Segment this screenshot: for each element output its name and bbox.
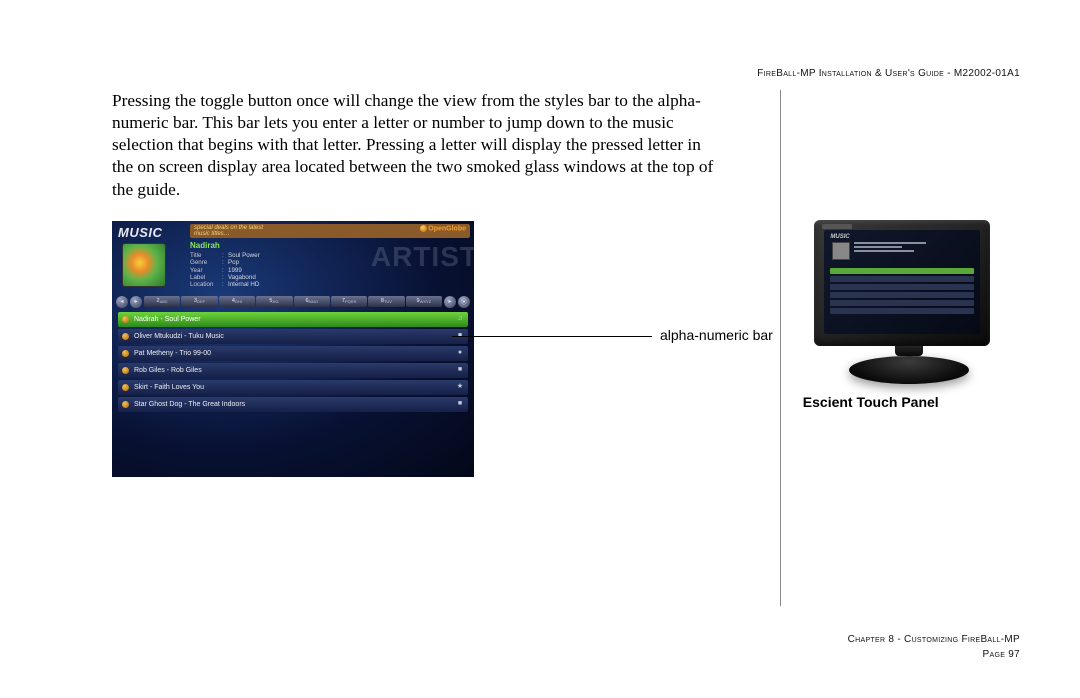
music-top-area: MUSIC special deals on the latest music … [112, 221, 474, 295]
alpha-key[interactable]: 7PQRS [331, 296, 367, 307]
meta-value: Internal HD [228, 281, 259, 288]
tp-row [830, 292, 974, 298]
screenshot-row: MUSIC special deals on the latest music … [112, 221, 720, 477]
main-content: Pressing the toggle button once will cha… [112, 90, 1020, 606]
track-row[interactable]: Rob Giles - Rob Giles ■ [118, 363, 468, 378]
meta-value: Pop [228, 259, 239, 266]
meta-value: 1999 [228, 267, 242, 274]
meta-row: Location:Internal HD [190, 281, 470, 288]
alpha-key[interactable]: 9WXYZ [406, 296, 442, 307]
alpha-numeric-bar[interactable]: ◂ ▸ 2ABC3DEF4GHI5JKL6MNO7PQRS8TUV9WXYZ ▸… [112, 295, 474, 309]
music-center: special deals on the latest music titles… [184, 221, 474, 295]
track-dot-icon [122, 401, 129, 408]
track-row[interactable]: Skirt - Faith Loves You ★ [118, 380, 468, 395]
track-row[interactable]: Oliver Mtukudzi - Tuku Music■ [118, 329, 468, 344]
toggle-play-icon[interactable]: ▸ [130, 296, 142, 308]
track-list: Nadirah - Soul Power ♫ Oliver Mtukudzi - T… [112, 309, 474, 412]
meta-value: Vagabond [228, 274, 256, 281]
track-end-icon: ★ [456, 383, 464, 391]
track-dot-icon [122, 350, 129, 357]
touch-panel-caption: Escient Touch Panel [803, 394, 939, 410]
body-paragraph: Pressing the toggle button once will cha… [112, 90, 720, 201]
meta-row: Label:Vagabond [190, 274, 470, 281]
tp-row [830, 300, 974, 306]
track-dot-icon [122, 316, 129, 323]
open-globe-text: OpenGlobe [428, 225, 466, 232]
toggle-extra-icon[interactable]: ⦿ [458, 296, 470, 308]
footer-page: Page 97 [848, 647, 1020, 662]
track-title: Pat Metheny - Trio 99-00 [134, 350, 211, 357]
track-title: Star Ghost Dog - The Great Indoors [134, 401, 245, 408]
meta-label: Genre [190, 259, 222, 266]
touch-panel-monitor: MUSIC [814, 220, 1004, 384]
meta-value: Soul Power [228, 252, 260, 259]
tp-row [830, 284, 974, 290]
meta-label: Year [190, 267, 222, 274]
alpha-key[interactable]: 2ABC [144, 296, 180, 307]
track-end-icon: ■ [456, 366, 464, 374]
meta-label: Label [190, 274, 222, 281]
tp-music-label: MUSIC [830, 234, 849, 240]
alpha-key[interactable]: 4GHI [219, 296, 255, 307]
album-art-icon [122, 243, 166, 287]
music-section-title: MUSIC [118, 225, 184, 240]
footer: Chapter 8 - Customizing FireBall-MP Page… [848, 632, 1020, 662]
header-doc-id: FireBall-MP Installation & User's Guide … [757, 68, 1020, 79]
meta-label: Title [190, 252, 222, 259]
alpha-key[interactable]: 8TUV [368, 296, 404, 307]
track-end-icon: ♫ [456, 315, 464, 323]
track-title: Rob Giles - Rob Giles [134, 367, 202, 374]
tp-row-active [830, 268, 974, 274]
toggle-left-icon[interactable]: ◂ [116, 296, 128, 308]
track-row[interactable]: Nadirah - Soul Power ♫ [118, 312, 468, 327]
track-row[interactable]: Star Ghost Dog - The Great Indoors ■ [118, 397, 468, 412]
alpha-key[interactable]: 5JKL [256, 296, 292, 307]
track-dot-icon [122, 384, 129, 391]
vertical-divider [780, 90, 781, 606]
monitor-screen: MUSIC [824, 230, 980, 334]
track-row[interactable]: Pat Metheny - Trio 99-00 ● [118, 346, 468, 361]
artist-watermark: ARTIST [371, 241, 474, 273]
track-dot-icon [122, 333, 129, 340]
touch-panel-figure: MUSIC [799, 220, 1020, 410]
monitor-bezel: MUSIC [814, 220, 990, 346]
monitor-base [849, 356, 969, 384]
footer-chapter: Chapter 8 - Customizing FireBall-MP [848, 632, 1020, 647]
track-title: Nadirah - Soul Power [134, 316, 201, 323]
tp-meta-lines [854, 242, 974, 262]
track-end-icon: ■ [456, 400, 464, 408]
tp-row [830, 276, 974, 282]
globe-icon [420, 225, 427, 232]
alpha-keys: 2ABC3DEF4GHI5JKL6MNO7PQRS8TUV9WXYZ [144, 296, 442, 308]
alpha-key[interactable]: 3DEF [181, 296, 217, 307]
track-end-icon: ● [456, 349, 464, 357]
music-ui-screenshot: MUSIC special deals on the latest music … [112, 221, 474, 477]
track-title: Skirt - Faith Loves You [134, 384, 204, 391]
tp-track-list [830, 268, 974, 316]
music-badge: MUSIC [112, 221, 184, 295]
track-title: Oliver Mtukudzi - Tuku Music [134, 333, 224, 340]
meta-label: Location [190, 281, 222, 288]
promo-bar: special deals on the latest music titles… [190, 224, 470, 238]
open-globe-logo: OpenGlobe [420, 225, 466, 232]
brand-tag-icon [822, 224, 852, 229]
left-column: Pressing the toggle button once will cha… [112, 90, 750, 606]
track-dot-icon [122, 367, 129, 374]
callout-line [452, 336, 652, 337]
toggle-right-icon[interactable]: ▸ [444, 296, 456, 308]
tp-row [830, 308, 974, 314]
tp-album-art-icon [832, 242, 850, 260]
alpha-key[interactable]: 6MNO [294, 296, 330, 307]
callout-alpha-bar: alpha-numeric bar [660, 327, 773, 343]
right-column: MUSIC [791, 90, 1020, 606]
